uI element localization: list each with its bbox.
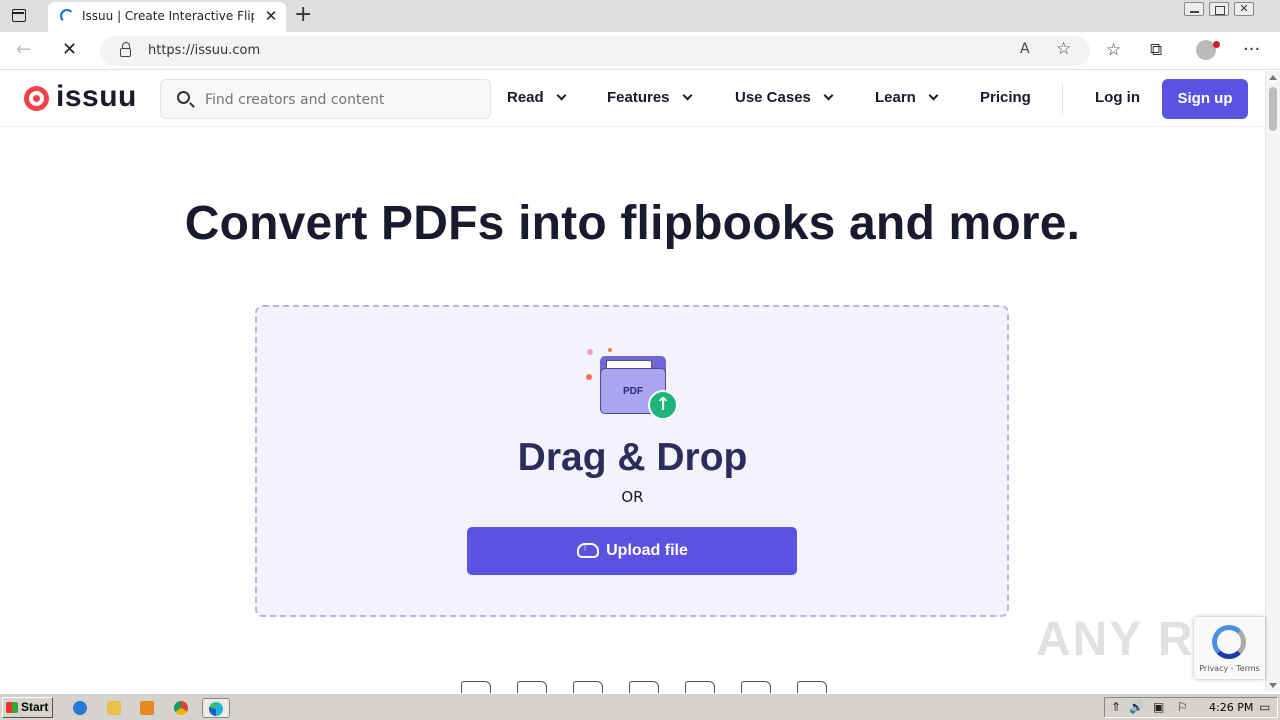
issuu-logo[interactable]: issuu	[24, 80, 144, 114]
chevron-down-icon	[928, 90, 939, 101]
recaptcha-links[interactable]: Privacy - Terms	[1194, 664, 1265, 673]
action-center-flag-icon[interactable]: ⚐	[1177, 700, 1188, 714]
or-separator: OR	[621, 488, 644, 506]
tab-close-icon[interactable]: ✕	[264, 7, 278, 25]
page-title: Convert PDFs into flipbooks and more.	[184, 197, 1081, 250]
nav-pricing[interactable]: Pricing	[980, 89, 1031, 106]
nav-features[interactable]: Features	[607, 89, 692, 106]
page-scrollbar[interactable]	[1265, 71, 1280, 692]
pdf-folder-icon: PDF ↑	[584, 346, 680, 422]
loading-spinner-icon	[60, 9, 74, 23]
browser-toolbar: ← ✕ https://issuu.com A ☆	[0, 32, 1280, 70]
nav-learn[interactable]: Learn	[875, 89, 939, 106]
logo-wordmark: issuu	[56, 80, 137, 113]
start-button[interactable]: Start	[2, 697, 53, 718]
taskbar-chrome-icon[interactable]	[171, 698, 191, 718]
volume-icon[interactable]: 🔊	[1129, 700, 1144, 714]
nav-use-cases[interactable]: Use Cases	[735, 89, 834, 106]
tab-actions-icon[interactable]	[8, 6, 30, 26]
network-icon[interactable]: ▣	[1153, 700, 1164, 714]
nav-read[interactable]: Read	[507, 89, 567, 106]
site-header: issuu Read Features Use Cases Learn Pric…	[0, 71, 1265, 127]
taskbar-media-player-icon[interactable]	[137, 698, 157, 718]
tray-expand-icon[interactable]: ⇑	[1111, 700, 1121, 714]
upload-arrow-icon: ↑	[648, 390, 678, 420]
recaptcha-icon	[1212, 625, 1246, 659]
favorites-icon[interactable]: ☆	[1106, 39, 1121, 61]
login-link[interactable]: Log in	[1095, 89, 1140, 106]
lock-icon[interactable]	[120, 42, 131, 57]
taskbar-edge-icon[interactable]	[202, 698, 230, 718]
signup-button[interactable]: Sign up	[1162, 79, 1248, 119]
chevron-down-icon	[823, 90, 834, 101]
window-restore-button[interactable]	[1209, 2, 1229, 16]
new-tab-icon[interactable]: +	[294, 3, 312, 27]
scrollbar-thumb[interactable]	[1269, 87, 1277, 131]
browser-tab-active[interactable]: Issuu | Create Interactive Flipbook ✕	[48, 2, 286, 32]
add-favorite-icon[interactable]: ☆	[1056, 39, 1071, 59]
browser-tab-bar: Issuu | Create Interactive Flipbook ✕ + …	[0, 0, 1280, 32]
read-aloud-icon[interactable]: A	[1020, 41, 1030, 57]
upload-file-button[interactable]: Upload file	[467, 527, 797, 575]
recaptcha-badge[interactable]: Privacy - Terms	[1194, 617, 1265, 679]
system-tray: ⇑ 🔊 ▣ ⚐ 4:26 PM ▭	[1104, 697, 1278, 718]
chevron-down-icon	[682, 90, 692, 101]
tab-title: Issuu | Create Interactive Flipbook	[82, 9, 254, 23]
window-close-button[interactable]: ✕	[1234, 2, 1254, 16]
address-bar[interactable]: https://issuu.com A ☆	[100, 36, 1090, 66]
taskbar-clock[interactable]: 4:26 PM	[1209, 701, 1253, 714]
scroll-down-arrow-icon[interactable]	[1269, 683, 1277, 688]
profile-avatar[interactable]	[1196, 40, 1220, 60]
window-minimize-button[interactable]	[1184, 2, 1204, 16]
stop-loading-icon[interactable]: ✕	[62, 40, 77, 60]
windows-flag-icon	[6, 702, 18, 713]
chevron-down-icon	[556, 90, 567, 101]
search-box[interactable]	[160, 79, 491, 119]
cloud-upload-icon	[576, 538, 600, 558]
show-desktop-icon[interactable]: ▭	[1259, 700, 1270, 714]
taskbar-ie-icon[interactable]	[70, 698, 90, 718]
collections-icon[interactable]: ⧉	[1150, 39, 1162, 61]
taskbar-explorer-icon[interactable]	[104, 698, 124, 718]
scroll-up-arrow-icon[interactable]	[1269, 75, 1277, 80]
search-input[interactable]	[205, 89, 475, 111]
search-icon	[177, 91, 190, 104]
more-options-icon[interactable]: ···	[1243, 39, 1260, 61]
drag-drop-heading: Drag & Drop	[517, 436, 748, 479]
back-arrow-icon[interactable]: ←	[16, 40, 31, 60]
header-divider	[1062, 83, 1063, 115]
windows-taskbar: Start ⇑ 🔊 ▣ ⚐ 4:26 PM ▭	[0, 693, 1280, 720]
url-text[interactable]: https://issuu.com	[148, 43, 260, 58]
issuu-logo-icon	[24, 86, 49, 111]
